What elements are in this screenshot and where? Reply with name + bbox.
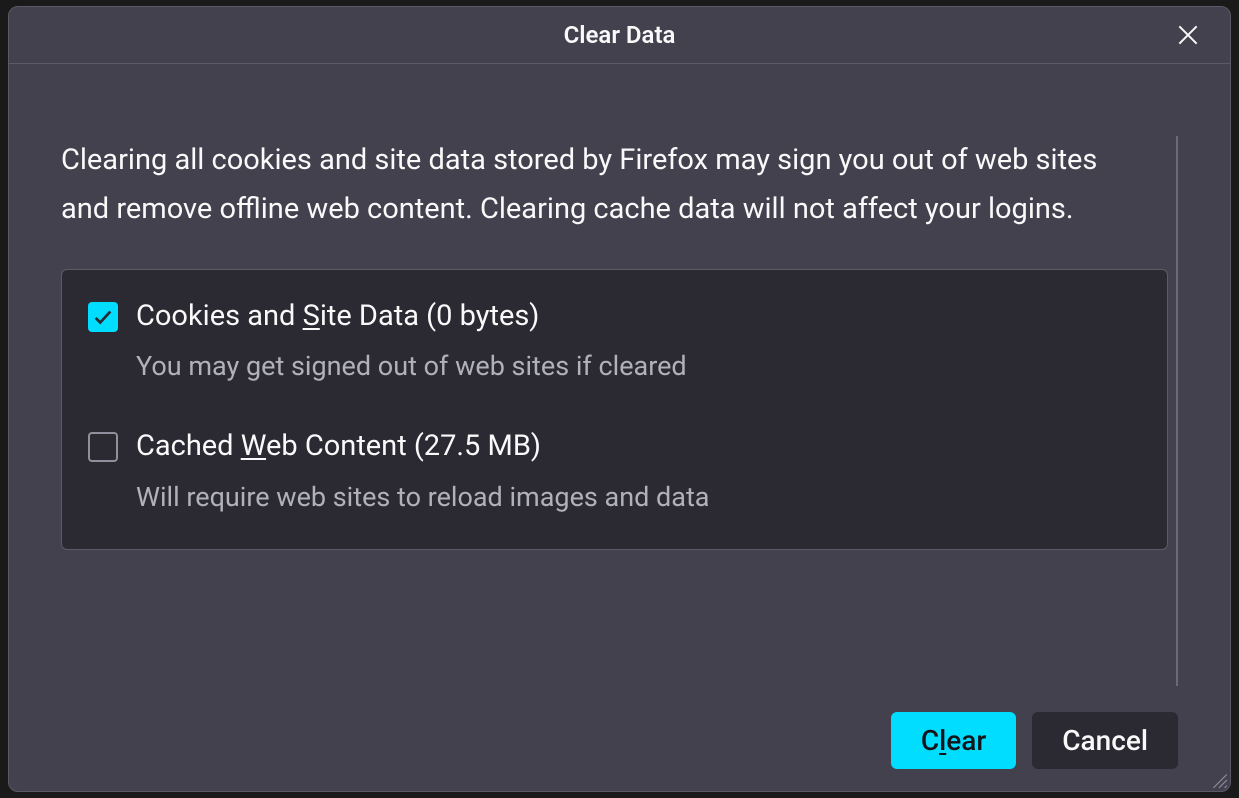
body-scroll-area: Clearing all cookies and site data store… [61, 136, 1178, 686]
cancel-button[interactable]: Cancel [1032, 712, 1178, 769]
option-text: Cached Web Content (27.5 MB) Will requir… [136, 428, 709, 515]
option-text: Cookies and Site Data (0 bytes) You may … [136, 298, 687, 385]
close-button[interactable] [1170, 17, 1206, 53]
cookies-sublabel: You may get signed out of web sites if c… [136, 349, 687, 384]
dialog-title: Clear Data [564, 21, 676, 49]
close-icon [1175, 22, 1201, 48]
dialog-footer: Clear Cancel [9, 702, 1230, 791]
dialog-header: Clear Data [9, 7, 1230, 64]
clear-data-dialog: Clear Data Clearing all cookies and site… [8, 6, 1231, 792]
options-box: Cookies and Site Data (0 bytes) You may … [61, 269, 1168, 551]
option-cached-web-content: Cached Web Content (27.5 MB) Will requir… [88, 428, 1141, 515]
cookies-checkbox[interactable] [88, 302, 118, 332]
cache-label: Cached Web Content (27.5 MB) [136, 428, 709, 466]
cache-checkbox[interactable] [88, 432, 118, 462]
checkmark-icon [92, 306, 114, 328]
resize-grip-icon [1210, 771, 1228, 789]
clear-button[interactable]: Clear [891, 712, 1016, 769]
dialog-body: Clearing all cookies and site data store… [9, 64, 1230, 702]
cache-sublabel: Will require web sites to reload images … [136, 480, 709, 515]
resize-grip[interactable] [1210, 771, 1228, 789]
cookies-label: Cookies and Site Data (0 bytes) [136, 298, 687, 336]
dialog-description: Clearing all cookies and site data store… [61, 136, 1172, 235]
option-cookies-site-data: Cookies and Site Data (0 bytes) You may … [88, 298, 1141, 385]
